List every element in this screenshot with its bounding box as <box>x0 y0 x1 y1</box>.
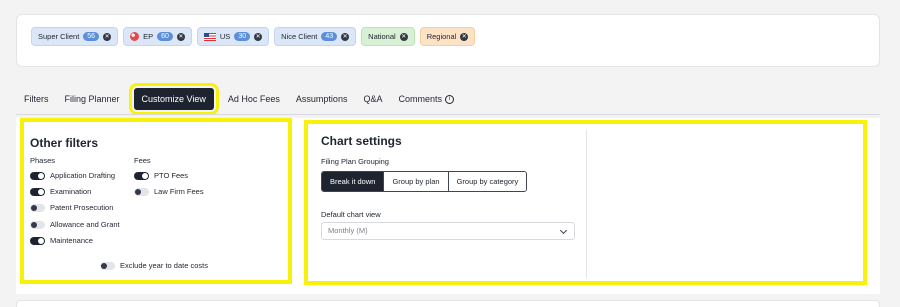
tab-assumptions[interactable]: Assumptions <box>288 88 356 110</box>
filter-chip-bar: Super Client 56 ✕ EP 60 ✕ US 30 ✕ Nice C… <box>16 14 880 67</box>
chip-label: US <box>219 32 231 41</box>
remove-chip-icon[interactable]: ✕ <box>254 32 263 41</box>
chip-label: Super Client <box>38 32 80 41</box>
chip-national[interactable]: National ✕ <box>361 27 415 46</box>
us-flag-icon <box>203 32 216 41</box>
tab-bar: Filters Filing Planner Customize View Ad… <box>16 83 462 115</box>
tab-comments-label: Comments <box>398 94 442 104</box>
chip-count: 30 <box>234 32 251 41</box>
highlight-box <box>20 118 292 284</box>
tab-qa[interactable]: Q&A <box>355 88 390 110</box>
chip-nice-client[interactable]: Nice Client 43 ✕ <box>274 27 357 46</box>
remove-chip-icon[interactable]: ✕ <box>103 32 112 41</box>
chip-label: Nice Client <box>281 32 318 41</box>
chip-regional[interactable]: Regional ✕ <box>419 27 476 46</box>
ep-flag-icon <box>130 32 140 41</box>
remove-chip-icon[interactable]: ✕ <box>460 32 469 41</box>
tab-divider <box>16 114 880 115</box>
tab-customize-view[interactable]: Customize View <box>128 83 219 115</box>
chip-count: 43 <box>321 32 338 41</box>
chip-count: 56 <box>83 32 100 41</box>
chip-ep[interactable]: EP 60 ✕ <box>123 27 192 46</box>
next-card-edge <box>16 300 880 307</box>
page: Super Client 56 ✕ EP 60 ✕ US 30 ✕ Nice C… <box>0 0 900 307</box>
tab-comments[interactable]: Comments i <box>390 88 462 110</box>
chip-us[interactable]: US 30 ✕ <box>196 27 270 46</box>
chip-count: 60 <box>157 32 173 41</box>
tab-filing-planner[interactable]: Filing Planner <box>57 88 128 110</box>
chip-label: National <box>368 32 396 41</box>
chip-label: EP <box>143 32 154 41</box>
highlight-box <box>304 120 867 285</box>
info-icon: i <box>444 94 454 104</box>
remove-chip-icon[interactable]: ✕ <box>399 32 408 41</box>
chip-label: Regional <box>426 32 457 41</box>
remove-chip-icon[interactable]: ✕ <box>341 32 350 41</box>
remove-chip-icon[interactable]: ✕ <box>176 32 185 41</box>
tab-ad-hoc-fees[interactable]: Ad Hoc Fees <box>220 88 288 110</box>
chip-super-client[interactable]: Super Client 56 ✕ <box>31 27 119 46</box>
tab-filters[interactable]: Filters <box>16 88 57 110</box>
